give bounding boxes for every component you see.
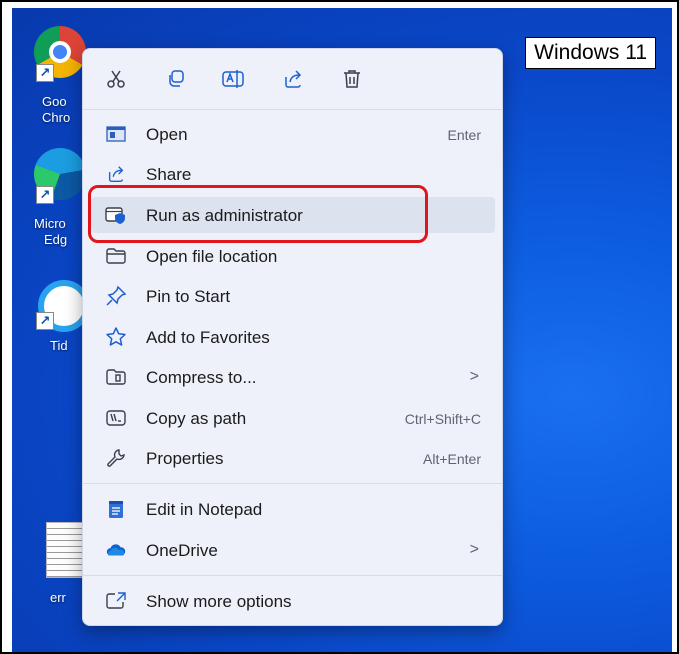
menu-item-add-to-favorites[interactable]: Add to Favorites bbox=[91, 319, 495, 355]
desktop-icon-label: Tid bbox=[50, 338, 68, 353]
pin-icon bbox=[106, 285, 127, 306]
menu-item-label: Copy as path bbox=[146, 409, 247, 428]
text-file-icon bbox=[46, 522, 86, 578]
scissors-icon bbox=[107, 70, 125, 88]
copy-button[interactable] bbox=[162, 65, 190, 93]
menu-item-open[interactable]: Open Enter bbox=[91, 116, 495, 152]
menu-item-shortcut: Alt+Enter bbox=[423, 451, 481, 467]
cloud-icon bbox=[106, 544, 126, 556]
menu-item-label: Pin to Start bbox=[146, 287, 231, 306]
menu-item-label: Edit in Notepad bbox=[146, 500, 263, 519]
rename-icon bbox=[222, 70, 244, 88]
windows-version-badge: Windows 11 bbox=[525, 37, 656, 69]
menu-item-label: OneDrive bbox=[146, 541, 218, 560]
zip-icon bbox=[106, 369, 126, 385]
delete-button[interactable] bbox=[338, 65, 366, 93]
folder-icon bbox=[106, 248, 126, 264]
menu-item-label: Properties bbox=[146, 449, 224, 468]
desktop-icon-label: Edg bbox=[44, 232, 68, 247]
menu-item-open-file-location[interactable]: Open file location bbox=[91, 238, 495, 274]
menu-item-compress-to[interactable]: Compress to... > bbox=[91, 359, 495, 395]
share-icon bbox=[285, 70, 302, 88]
menu-item-label: Add to Favorites bbox=[146, 328, 270, 347]
menu-item-shortcut: Enter bbox=[447, 127, 481, 143]
desktop-icon-label: Chro bbox=[42, 110, 71, 125]
menu-item-label: Show more options bbox=[146, 592, 292, 611]
star-icon bbox=[106, 327, 126, 346]
desktop-icon-label: err bbox=[50, 590, 66, 605]
path-icon bbox=[106, 410, 126, 426]
menu-separator bbox=[83, 109, 502, 110]
desktop-icon-label: Micro bbox=[34, 216, 66, 231]
menu-item-label: Open bbox=[146, 125, 188, 144]
copy-icon bbox=[169, 70, 184, 87]
desktop[interactable]: ↗ Goo Chro ↗ Micro Edg ↗ Tid err Windows… bbox=[12, 8, 672, 652]
shortcut-arrow-icon: ↗ bbox=[36, 64, 54, 82]
context-menu-toolbar bbox=[83, 49, 502, 109]
wrench-icon bbox=[107, 449, 125, 467]
highlight-annotation bbox=[88, 185, 428, 243]
menu-item-edit-in-notepad[interactable]: Edit in Notepad bbox=[91, 491, 495, 527]
shortcut-arrow-icon: ↗ bbox=[36, 312, 54, 330]
shortcut-arrow-icon: ↗ bbox=[36, 186, 54, 204]
submenu-chevron-icon: > bbox=[469, 541, 479, 558]
screenshot-frame: ↗ Goo Chro ↗ Micro Edg ↗ Tid err Windows… bbox=[0, 0, 679, 654]
rename-button[interactable] bbox=[219, 65, 247, 93]
desktop-icon-label: Goo bbox=[42, 94, 67, 109]
menu-item-pin-to-start[interactable]: Pin to Start bbox=[91, 278, 495, 314]
menu-item-show-more-options[interactable]: Show more options bbox=[91, 583, 495, 619]
menu-item-copy-as-path[interactable]: Copy as path Ctrl+Shift+C bbox=[91, 400, 495, 436]
menu-item-properties[interactable]: Properties Alt+Enter bbox=[91, 440, 495, 476]
menu-separator bbox=[83, 483, 502, 484]
submenu-chevron-icon: > bbox=[469, 368, 479, 385]
context-menu[interactable]: Open Enter Share Run as administrator Op… bbox=[82, 48, 503, 626]
share-button[interactable] bbox=[279, 65, 307, 93]
trash-icon bbox=[344, 70, 360, 88]
cut-button[interactable] bbox=[102, 65, 130, 93]
open-window-icon bbox=[106, 126, 126, 142]
menu-item-label: Compress to... bbox=[146, 368, 257, 387]
menu-item-label: Open file location bbox=[146, 247, 278, 266]
menu-item-onedrive[interactable]: OneDrive > bbox=[91, 532, 495, 568]
menu-separator bbox=[83, 575, 502, 576]
menu-item-label: Share bbox=[146, 165, 192, 184]
menu-item-shortcut: Ctrl+Shift+C bbox=[404, 411, 481, 427]
notepad-icon bbox=[109, 501, 123, 518]
more-options-icon bbox=[106, 592, 126, 609]
share-icon bbox=[108, 166, 124, 182]
